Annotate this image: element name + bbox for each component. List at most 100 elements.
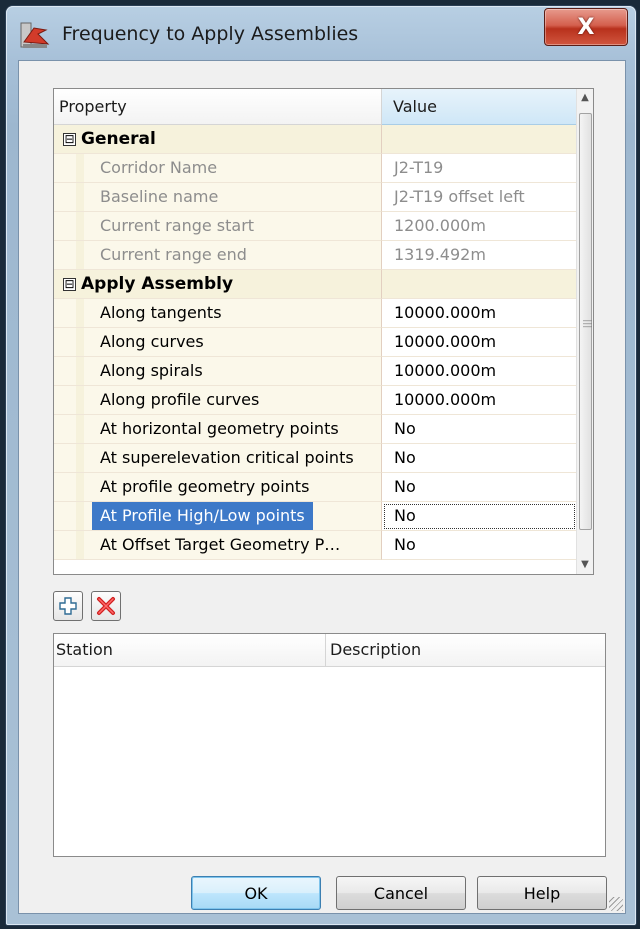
property-label: Along tangents: [100, 303, 222, 322]
help-button[interactable]: Help: [477, 876, 607, 910]
property-value[interactable]: No: [382, 415, 577, 444]
row-gutter: [76, 386, 84, 414]
row-gutter: [76, 212, 84, 240]
property-value[interactable]: No: [382, 444, 577, 473]
collapse-icon[interactable]: ⊟: [63, 278, 76, 291]
property-name-cell[interactable]: Along profile curves: [54, 386, 382, 415]
dialog-window: Frequency to Apply Assemblies X Property…: [6, 6, 636, 925]
close-icon: X: [577, 14, 595, 40]
grid-header: Property Value: [54, 89, 577, 125]
property-name-cell[interactable]: Along tangents: [54, 299, 382, 328]
property-label: Corridor Name: [100, 158, 218, 177]
property-value: J2-T19: [382, 154, 577, 183]
property-row[interactable]: Corridor Name J2-T19: [54, 154, 577, 183]
window-title: Frequency to Apply Assemblies: [62, 23, 359, 45]
add-station-button[interactable]: [53, 591, 83, 621]
delete-icon: [97, 597, 115, 615]
row-gutter: [76, 328, 84, 356]
row-gutter: [76, 444, 84, 472]
value-column-header[interactable]: Value: [382, 89, 577, 125]
grid-vertical-scrollbar[interactable]: ▲ ― ― ― ▼: [576, 89, 593, 574]
property-label: Along curves: [100, 332, 204, 351]
property-name-cell[interactable]: Current range end: [54, 241, 382, 270]
row-gutter: [76, 357, 84, 385]
property-row[interactable]: Along curves 10000.000m: [54, 328, 577, 357]
property-label: At superelevation critical points: [100, 448, 354, 467]
row-gutter: [76, 502, 84, 530]
property-row[interactable]: Along tangents 10000.000m: [54, 299, 577, 328]
row-gutter: [76, 154, 84, 182]
close-button[interactable]: X: [544, 8, 628, 46]
resize-grip-icon[interactable]: [609, 897, 623, 911]
property-row[interactable]: At Profile High/Low points No: [54, 502, 577, 531]
property-value[interactable]: 10000.000m: [382, 328, 577, 357]
property-grid[interactable]: Property Value ⊟ General Corridor Name J2-T…: [53, 88, 594, 575]
property-row[interactable]: At Offset Target Geometry P… No: [54, 531, 577, 560]
category-cell: ⊟ Apply Assembly: [54, 270, 382, 299]
row-gutter: [76, 473, 84, 501]
property-row[interactable]: Current range start 1200.000m: [54, 212, 577, 241]
property-row[interactable]: At profile geometry points No: [54, 473, 577, 502]
property-name-cell[interactable]: At profile geometry points: [54, 473, 382, 502]
category-row[interactable]: ⊟ Apply Assembly: [54, 270, 577, 299]
category-cell: ⊟ General: [54, 125, 382, 154]
station-list-header: Station Description: [54, 634, 605, 667]
property-name-cell[interactable]: At horizontal geometry points: [54, 415, 382, 444]
collapse-icon[interactable]: ⊟: [63, 133, 76, 146]
title-bar[interactable]: Frequency to Apply Assemblies X: [6, 6, 636, 60]
property-label: At horizontal geometry points: [100, 419, 339, 438]
cancel-button[interactable]: Cancel: [336, 876, 466, 910]
row-gutter: [76, 183, 84, 211]
category-label: Apply Assembly: [81, 274, 234, 294]
property-label: Along profile curves: [100, 390, 260, 409]
station-column-header[interactable]: Station: [54, 634, 326, 666]
property-row[interactable]: Along spirals 10000.000m: [54, 357, 577, 386]
property-value[interactable]: No: [382, 531, 577, 560]
property-name-cell[interactable]: At Profile High/Low points: [54, 502, 382, 531]
property-value[interactable]: 10000.000m: [382, 357, 577, 386]
grid-body: ⊟ General Corridor Name J2-T19 Baseline name…: [54, 125, 577, 560]
property-row[interactable]: Current range end 1319.492m: [54, 241, 577, 270]
row-gutter: [76, 299, 84, 327]
property-name-cell[interactable]: Current range start: [54, 212, 382, 241]
row-gutter: [76, 241, 84, 269]
ok-button[interactable]: OK: [191, 876, 321, 910]
property-row[interactable]: At superelevation critical points No: [54, 444, 577, 473]
scroll-up-icon[interactable]: ▲: [577, 89, 593, 107]
property-value[interactable]: 10000.000m: [382, 386, 577, 415]
property-name-cell[interactable]: Along curves: [54, 328, 382, 357]
property-value: 1200.000m: [382, 212, 577, 241]
property-value[interactable]: No: [382, 473, 577, 502]
scroll-down-icon[interactable]: ▼: [577, 556, 593, 574]
grip-icon: ― ― ―: [583, 316, 592, 332]
category-row[interactable]: ⊟ General: [54, 125, 577, 154]
property-value[interactable]: No: [382, 502, 577, 531]
category-label: General: [81, 129, 156, 149]
property-label: Current range start: [100, 216, 255, 235]
property-label: Along spirals: [100, 361, 203, 380]
property-name-cell[interactable]: Corridor Name: [54, 154, 382, 183]
property-name-cell[interactable]: At superelevation critical points: [54, 444, 382, 473]
property-row[interactable]: Baseline name J2-T19 offset left: [54, 183, 577, 212]
property-label: Current range end: [100, 245, 247, 264]
property-label: At profile geometry points: [100, 477, 310, 496]
dialog-client-area: Property Value ⊟ General Corridor Name J2-T…: [18, 60, 626, 914]
property-label: Baseline name: [100, 187, 219, 206]
description-column-header[interactable]: Description: [326, 634, 605, 666]
category-value-cell: [382, 270, 577, 299]
station-list[interactable]: Station Description: [53, 633, 606, 857]
property-label: At Profile High/Low points: [92, 502, 313, 530]
property-row[interactable]: At horizontal geometry points No: [54, 415, 577, 444]
property-name-cell[interactable]: Along spirals: [54, 357, 382, 386]
property-name-cell[interactable]: Baseline name: [54, 183, 382, 212]
row-gutter: [76, 415, 84, 443]
property-name-cell[interactable]: At Offset Target Geometry P…: [54, 531, 382, 560]
property-value: 1319.492m: [382, 241, 577, 270]
scrollbar-thumb[interactable]: ― ― ―: [579, 113, 592, 530]
property-value: J2-T19 offset left: [382, 183, 577, 212]
delete-station-button[interactable]: [91, 591, 121, 621]
row-gutter: [76, 531, 84, 559]
property-value[interactable]: 10000.000m: [382, 299, 577, 328]
property-column-header[interactable]: Property: [54, 89, 382, 125]
property-row[interactable]: Along profile curves 10000.000m: [54, 386, 577, 415]
